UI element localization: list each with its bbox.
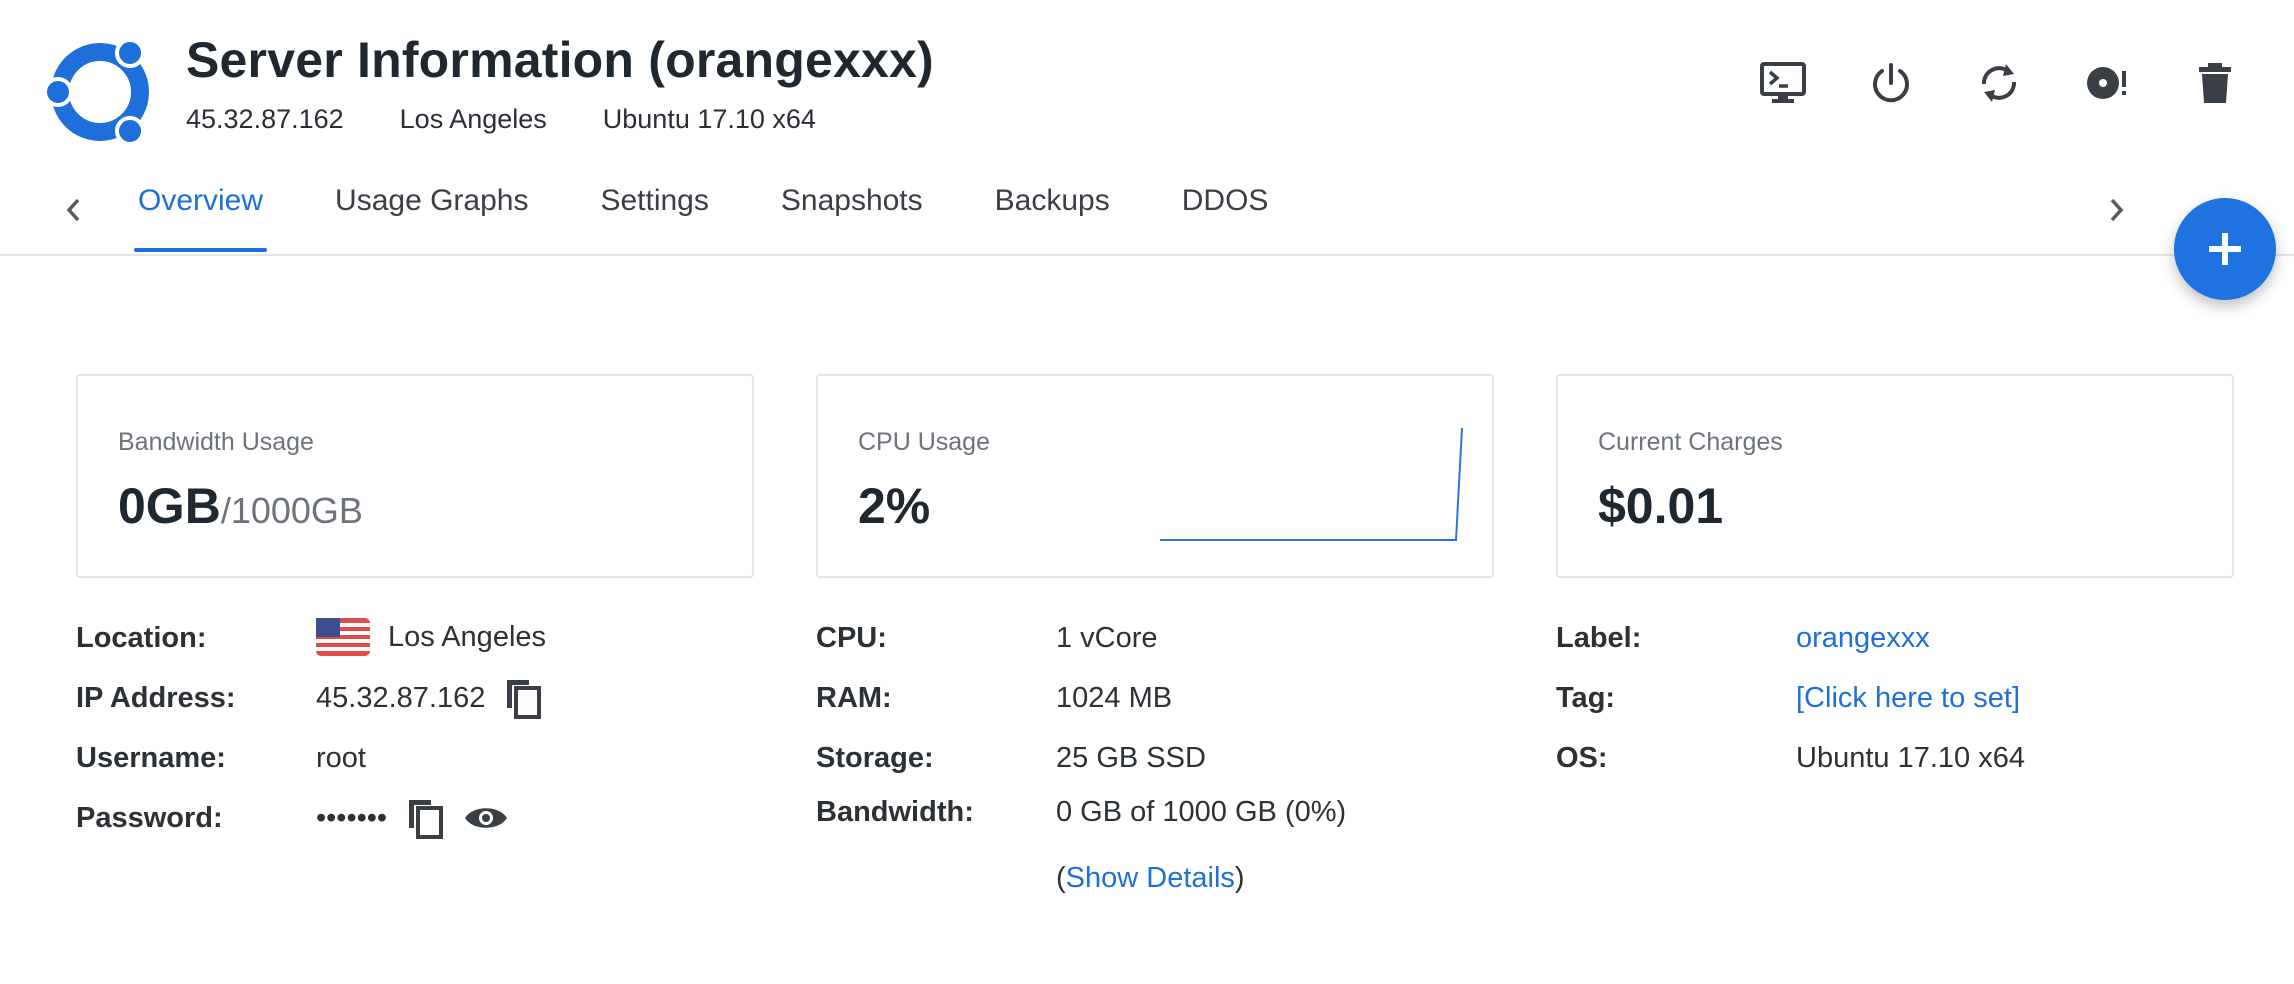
tab-bar: Overview Usage Graphs Settings Snapshots… (0, 168, 2294, 256)
bandwidth-value: 0 GB of 1000 GB (0%) (1056, 796, 1347, 828)
tab-scroll-left-button[interactable] (58, 190, 88, 230)
location-value: Los Angeles (316, 618, 546, 656)
ip-address-value: 45.32.87.162 (316, 676, 543, 720)
chevron-left-icon (66, 198, 80, 222)
console-icon (1760, 62, 1806, 103)
password-value: ••••••• (316, 796, 509, 840)
bandwidth-limit: /1000GB (220, 490, 363, 531)
server-header: Server Information (orangexxx) 45.32.87.… (0, 0, 2294, 160)
copy-ip-button[interactable] (503, 676, 543, 720)
storage-value: 25 GB SSD (1056, 742, 1206, 774)
cpu-sparkline (1160, 427, 1463, 541)
bandwidth-usage-card: Bandwidth Usage 0GB/1000GB (76, 374, 754, 578)
label-link[interactable]: orangexxx (1796, 622, 1930, 655)
bandwidth-used: 0GB (118, 478, 221, 534)
eye-icon (465, 808, 508, 828)
set-tag-link[interactable]: [Click here to set] (1796, 682, 2020, 715)
reinstall-button[interactable] (2084, 60, 2130, 106)
restart-button[interactable] (1976, 60, 2022, 106)
console-button[interactable] (1760, 60, 1806, 106)
ram-key: RAM: (816, 682, 892, 714)
password-key: Password: (76, 802, 223, 834)
reinstall-icon (2087, 67, 2126, 99)
bandwidth-key: Bandwidth: (816, 796, 974, 828)
bandwidth-usage-label: Bandwidth Usage (118, 428, 314, 456)
tab-overview[interactable]: Overview (134, 168, 268, 252)
current-charges-label: Current Charges (1598, 428, 1783, 456)
restart-icon (1982, 64, 2016, 102)
paren-open: ( (1056, 862, 1066, 894)
password-text: ••••••• (316, 801, 388, 834)
os-value: Ubuntu 17.10 x64 (1796, 742, 2025, 774)
tab-usage-graphs[interactable]: Usage Graphs (331, 168, 532, 252)
label-key: Label: (1556, 622, 1642, 654)
location-text: Los Angeles (388, 620, 547, 653)
page-title: Server Information (orangexxx) (186, 32, 934, 88)
copy-icon (507, 680, 542, 719)
server-actions (1760, 60, 2238, 106)
show-password-button[interactable] (463, 803, 509, 833)
os-key: OS: (1556, 742, 1608, 774)
show-details-wrapper: (Show Details) (1056, 862, 1245, 895)
cpu-key: CPU: (816, 622, 887, 654)
tab-ddos[interactable]: DDOS (1178, 168, 1273, 252)
chevron-right-icon (2110, 198, 2124, 222)
power-icon (1873, 63, 1909, 103)
tag-key: Tag: (1556, 682, 1616, 714)
tab-scroll-right-button[interactable] (2102, 190, 2132, 230)
ip-address-key: IP Address: (76, 682, 236, 714)
location-key: Location: (76, 622, 207, 654)
tabs: Overview Usage Graphs Settings Snapshots… (134, 168, 1336, 254)
server-meta: 45.32.87.162 Los Angeles Ubuntu 17.10 x6… (186, 104, 816, 135)
bandwidth-usage-value: 0GB/1000GB (118, 476, 363, 541)
delete-button[interactable] (2192, 60, 2238, 106)
cpu-usage-label: CPU Usage (858, 428, 990, 456)
server-location: Los Angeles (399, 104, 547, 134)
delete-icon (2199, 63, 2231, 103)
ram-value: 1024 MB (1056, 682, 1173, 714)
us-flag-icon (316, 618, 370, 656)
paren-close: ) (1234, 862, 1245, 894)
cpu-sparkline-line (1160, 427, 1463, 541)
server-os: Ubuntu 17.10 x64 (602, 104, 816, 134)
power-button[interactable] (1868, 60, 1914, 106)
copy-icon (409, 800, 444, 839)
cpu-usage-card: CPU Usage 2% (816, 374, 1494, 578)
server-ip: 45.32.87.162 (186, 104, 344, 134)
cpu-usage-value: 2% (858, 478, 931, 534)
storage-key: Storage: (816, 742, 934, 774)
cpu-value: 1 vCore (1056, 622, 1158, 654)
add-button[interactable] (2174, 198, 2276, 300)
tab-settings[interactable]: Settings (596, 168, 712, 252)
show-details-link[interactable]: Show Details (1066, 862, 1235, 895)
tab-backups[interactable]: Backups (991, 168, 1114, 252)
copy-password-button[interactable] (405, 796, 445, 840)
current-charges-value: $0.01 (1598, 478, 1724, 534)
username-key: Username: (76, 742, 226, 774)
current-charges-card: Current Charges $0.01 (1556, 374, 2234, 578)
ip-address-text: 45.32.87.162 (316, 681, 486, 714)
plus-icon (2209, 233, 2241, 265)
ubuntu-logo-icon (44, 38, 149, 146)
username-value: root (316, 742, 366, 774)
tab-snapshots[interactable]: Snapshots (777, 168, 927, 252)
